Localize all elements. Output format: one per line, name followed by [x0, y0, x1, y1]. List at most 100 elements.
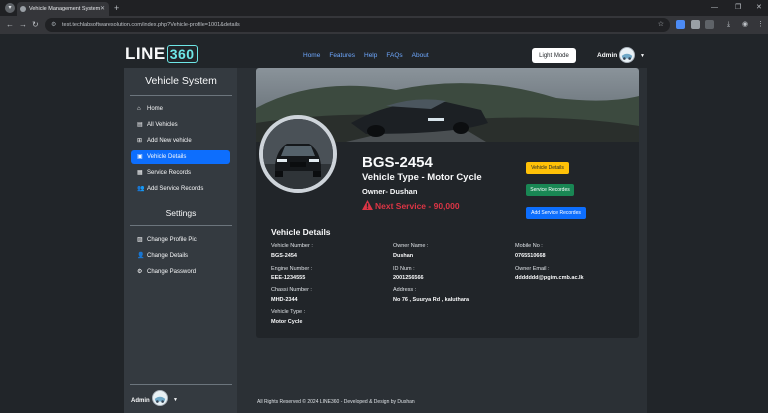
download-icon[interactable]: ⤓	[727, 18, 730, 32]
profile-icon[interactable]: ◉	[742, 18, 748, 32]
new-tab-icon[interactable]: +	[114, 1, 119, 15]
main-content: BGS-2454 Vehicle Type - Motor Cycle Owne…	[237, 68, 647, 413]
url-field[interactable]: ⚙ test.techlabsoftwaresolution.com/index…	[45, 18, 670, 32]
close-tab-icon[interactable]: ✕	[100, 2, 105, 16]
sidebar-item-all-vehicles[interactable]: ▤ All Vehicles	[131, 118, 230, 132]
add-service-records-button[interactable]: Add Service Recordes	[526, 207, 586, 219]
minimize-icon[interactable]: —	[711, 1, 718, 15]
sidebar-item-label: Change Password	[147, 269, 197, 275]
url-text: test.techlabsoftwaresolution.com/index.p…	[62, 22, 240, 28]
sidebar-admin-label[interactable]: Admin	[131, 398, 150, 404]
plus-icon: ⊞	[137, 138, 143, 144]
vehicle-profile-image	[259, 115, 337, 193]
vehicle-details-button[interactable]: Vehicle Details	[526, 162, 569, 174]
sidebar-item-label: Change Profile Pic	[147, 237, 197, 243]
back-icon[interactable]: ←	[6, 18, 14, 32]
owner-email-label: Owner Email :	[515, 266, 550, 272]
owner-email-value: ddddddd@pgim.cmb.ac.lk	[515, 275, 584, 281]
extensions-puzzle-icon[interactable]	[705, 20, 714, 29]
browser-tab-bar: ▾ Vehicle Management System ✕ + — ❐ ✕	[0, 0, 768, 16]
tab-search-icon[interactable]: ▾	[5, 3, 15, 13]
vehicle-number-heading: BGS-2454	[362, 154, 433, 171]
restore-icon[interactable]: ❐	[735, 1, 741, 15]
extension-icon[interactable]	[676, 20, 685, 29]
sidebar-item-home[interactable]: ⌂ Home	[131, 102, 230, 116]
sidebar-item-add-new-vehicle[interactable]: ⊞ Add New vehicle	[131, 134, 230, 148]
footer-text: All Rights Reserved © 2024 LINE360 - Dev…	[257, 399, 415, 405]
nav-link-features[interactable]: Features	[329, 52, 355, 59]
owner-heading: Owner- Dushan	[362, 187, 418, 196]
divider	[130, 384, 232, 385]
close-window-icon[interactable]: ✕	[756, 1, 762, 15]
mobile-no-label: Mobile No :	[515, 243, 543, 249]
sidebar-item-vehicle-details[interactable]: ▣ Vehicle Details	[131, 150, 230, 164]
sidebar-item-label: Add New vehicle	[147, 138, 192, 144]
owner-name-value: Dushan	[393, 253, 414, 259]
nav-link-help[interactable]: Help	[364, 52, 377, 59]
bookmark-star-icon[interactable]: ☆	[658, 18, 664, 32]
vehicle-type-heading: Vehicle Type - Motor Cycle	[362, 172, 482, 183]
vehicle-type-value: Motor Cycle	[271, 319, 303, 325]
image-icon: ▨	[137, 237, 143, 243]
logo[interactable]: LINE 360	[125, 44, 198, 64]
engine-number-label: Engine Number :	[271, 266, 313, 272]
gear-icon: ⚙	[137, 269, 143, 275]
service-records-button[interactable]: Service Recordes	[526, 184, 574, 196]
favicon-icon	[20, 6, 26, 12]
vehicle-number-value: BGS-2454	[271, 253, 297, 259]
sidebar-item-change-profile-pic[interactable]: ▨ Change Profile Pic	[131, 233, 230, 247]
chevron-down-icon[interactable]: ▼	[173, 397, 178, 403]
light-mode-button[interactable]: Light Mode	[532, 48, 576, 63]
sidebar-item-label: Vehicle Details	[147, 154, 187, 160]
next-service-text: Next Service - 90,000	[375, 201, 460, 211]
details-section-title: Vehicle Details	[271, 227, 331, 237]
id-num-value: 2001256566	[393, 275, 424, 281]
avatar[interactable]	[619, 47, 635, 63]
next-service-alert: Next Service - 90,000	[362, 200, 460, 211]
address-value: No 76 , Suurya Rd , kaluthara	[393, 297, 470, 303]
user-edit-icon: 👤	[137, 253, 145, 259]
page-background	[647, 68, 768, 413]
document-icon: ▦	[137, 170, 143, 176]
sidebar-title: Vehicle System	[145, 75, 217, 87]
main-menu: Home Features Help FAQs About	[303, 52, 429, 59]
extension-icon[interactable]	[691, 20, 700, 29]
site-info-icon[interactable]: ⚙	[51, 18, 56, 32]
engine-number-value: EEE-1234555	[271, 275, 306, 281]
tab-title: Vehicle Management System	[29, 6, 101, 12]
card-icon: ▣	[137, 154, 143, 160]
divider	[130, 95, 232, 96]
nav-link-home[interactable]: Home	[303, 52, 320, 59]
sidebar-item-add-service-records[interactable]: 👥 Add Service Records	[131, 182, 230, 196]
vehicle-profile-card: BGS-2454 Vehicle Type - Motor Cycle Owne…	[256, 68, 639, 338]
chassi-number-value: MHD-2344	[271, 297, 298, 303]
browser-menu-icon[interactable]: ⋮	[757, 18, 764, 32]
sidebar-item-label: Add Service Records	[147, 186, 204, 192]
sidebar-avatar[interactable]	[152, 390, 168, 406]
sidebar-item-change-password[interactable]: ⚙ Change Password	[131, 265, 230, 279]
warning-icon	[362, 200, 373, 210]
reload-icon[interactable]: ↻	[32, 18, 39, 32]
nav-link-faqs[interactable]: FAQs	[386, 52, 402, 59]
sidebar-item-label: Home	[147, 106, 164, 112]
admin-label[interactable]: Admin	[597, 52, 617, 59]
logo-text: LINE	[125, 44, 166, 63]
list-icon: ▤	[137, 122, 143, 128]
id-num-label: ID Num :	[393, 266, 415, 272]
vehicle-number-label: Vehicle Number :	[271, 243, 313, 249]
sidebar-item-label: All Vehicles	[147, 122, 178, 128]
nav-link-about[interactable]: About	[412, 52, 429, 59]
chassi-number-label: Chassi Number :	[271, 287, 312, 293]
forward-icon[interactable]: →	[19, 18, 27, 32]
browser-tab[interactable]: Vehicle Management System ✕	[17, 2, 109, 16]
chevron-down-icon[interactable]: ▼	[640, 53, 645, 59]
home-icon: ⌂	[137, 106, 141, 112]
sidebar-item-change-details[interactable]: 👤 Change Details	[131, 249, 230, 263]
settings-title: Settings	[165, 208, 197, 218]
sidebar-item-service-records[interactable]: ▦ Service Records	[131, 166, 230, 180]
mobile-no-value: 0765510668	[515, 253, 546, 259]
sidebar-item-label: Service Records	[147, 170, 192, 176]
vehicle-type-label: Vehicle Type :	[271, 309, 306, 315]
users-icon: 👥	[137, 186, 145, 192]
divider	[130, 225, 232, 226]
